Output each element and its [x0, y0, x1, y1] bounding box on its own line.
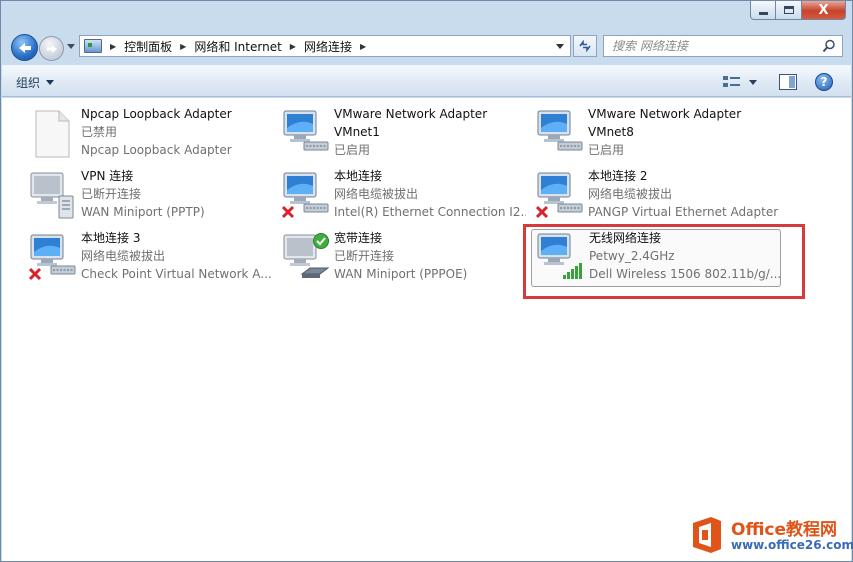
connection-name: 本地连接 2: [588, 169, 648, 183]
back-button[interactable]: [11, 34, 38, 61]
office-logo-icon: [693, 517, 721, 553]
connection-status: 网络电缆被拔出: [334, 187, 419, 201]
connections-list: Npcap Loopback Adapter 已禁用 Npcap Loopbac…: [2, 98, 851, 561]
preview-pane-button[interactable]: [779, 74, 797, 90]
maximize-icon: [783, 6, 794, 14]
address-bar[interactable]: ▶ 控制面板 ▶ 网络和 Internet ▶ 网络连接 ▶: [79, 35, 571, 57]
highlight-annotation-box: [523, 224, 805, 299]
command-bar: 组织 ?: [2, 65, 851, 97]
connection-status: 已禁用: [81, 125, 118, 139]
lan-monitor-icon: [283, 110, 329, 151]
breadcrumb-network-internet[interactable]: 网络和 Internet: [194, 38, 281, 55]
arrow-left-icon: [18, 42, 31, 53]
minimize-icon: [758, 11, 768, 15]
connection-status: 网络电缆被拔出: [588, 187, 673, 201]
search-icon[interactable]: [822, 39, 836, 53]
connection-device: WAN Miniport (PPTP): [81, 205, 205, 219]
connection-device: WAN Miniport (PPPOE): [334, 267, 468, 281]
lan-unplugged-icon: [536, 172, 583, 219]
connection-name: VMware Network Adapter: [588, 107, 742, 121]
connection-item-local-3[interactable]: 本地连接 3 网络电缆被拔出 Check Point Virtual Netwo…: [29, 230, 275, 288]
lan-monitor-icon: [537, 110, 583, 151]
connection-name: 本地连接: [334, 169, 383, 183]
recent-pages-dropdown-icon[interactable]: [67, 44, 75, 49]
connection-status: 网络电缆被拔出: [81, 249, 166, 263]
lan-unplugged-icon: [282, 172, 329, 219]
help-icon: ?: [820, 75, 828, 89]
search-box[interactable]: [603, 35, 843, 57]
view-options-dropdown-icon[interactable]: [749, 80, 757, 85]
refresh-button[interactable]: [573, 35, 597, 57]
network-connections-window: X ▶ 控制面板 ▶ 网络和 Internet ▶ 网络连接 ▶ 组织: [0, 0, 853, 562]
connection-item-vpn[interactable]: VPN 连接 已断开连接 WAN Miniport (PPTP): [29, 168, 275, 226]
disabled-page-icon: [35, 110, 70, 158]
search-input[interactable]: [604, 39, 814, 53]
connection-item-broadband[interactable]: 宽带连接 已断开连接 WAN Miniport (PPPOE): [282, 230, 528, 288]
watermark-url: www.office26.com: [731, 538, 853, 552]
connection-device: Intel(R) Ethernet Connection I2...: [334, 205, 526, 219]
office26-watermark: Office教程网 www.office26.com: [689, 513, 853, 557]
connection-item-local-2[interactable]: 本地连接 2 网络电缆被拔出 PANGP Virtual Ethernet Ad…: [536, 168, 782, 226]
control-panel-icon: [84, 39, 102, 53]
connection-item-vmnet1[interactable]: VMware Network Adapter VMnet1 已启用: [282, 106, 528, 164]
help-button[interactable]: ?: [815, 73, 833, 91]
connection-name: 本地连接 3: [81, 231, 141, 245]
close-icon: X: [818, 2, 829, 18]
refresh-icon: [579, 40, 591, 52]
forward-button[interactable]: [39, 36, 64, 61]
maximize-button[interactable]: [776, 1, 802, 20]
vpn-monitor-icon: [30, 172, 74, 219]
breadcrumb-separator-icon[interactable]: ▶: [360, 42, 366, 51]
broadband-monitor-icon: [283, 233, 330, 278]
connection-name: 宽带连接: [334, 231, 383, 245]
breadcrumb-separator-icon[interactable]: ▶: [110, 42, 116, 51]
close-button[interactable]: X: [802, 1, 846, 20]
connection-status: 已断开连接: [334, 249, 395, 263]
connection-device: Check Point Virtual Network A...: [81, 267, 272, 281]
breadcrumb-control-panel[interactable]: 控制面板: [124, 38, 172, 55]
connection-status: VMnet8: [588, 125, 634, 139]
watermark-title: Office教程网: [731, 520, 838, 540]
connection-device: PANGP Virtual Ethernet Adapter: [588, 205, 779, 219]
minimize-button[interactable]: [750, 1, 776, 20]
connection-name: VPN 连接: [81, 169, 134, 183]
breadcrumb-separator-icon[interactable]: ▶: [290, 42, 296, 51]
connection-device: 已启用: [588, 143, 625, 157]
arrow-right-icon: [46, 44, 57, 53]
breadcrumb-network-connections[interactable]: 网络连接: [304, 38, 352, 55]
connection-status: 已断开连接: [81, 187, 142, 201]
address-history-dropdown-icon[interactable]: [556, 44, 564, 49]
connection-item-vmnet8[interactable]: VMware Network Adapter VMnet8 已启用: [536, 106, 782, 164]
organize-menu-button[interactable]: 组织: [16, 73, 55, 91]
organize-label: 组织: [16, 75, 41, 90]
connection-item-npcap[interactable]: Npcap Loopback Adapter 已禁用 Npcap Loopbac…: [29, 106, 275, 164]
connection-device: Npcap Loopback Adapter: [81, 143, 232, 157]
connection-device: 已启用: [334, 143, 371, 157]
connection-name: Npcap Loopback Adapter: [81, 107, 232, 121]
chevron-down-icon: [46, 79, 55, 85]
breadcrumb-separator-icon[interactable]: ▶: [180, 42, 186, 51]
connection-name: VMware Network Adapter: [334, 107, 488, 121]
lan-unplugged-icon: [29, 234, 76, 281]
connection-status: VMnet1: [334, 125, 380, 139]
window-caption-buttons: X: [750, 1, 846, 21]
change-view-icon[interactable]: [722, 74, 742, 90]
connection-item-local[interactable]: 本地连接 网络电缆被拔出 Intel(R) Ethernet Connectio…: [282, 168, 528, 226]
